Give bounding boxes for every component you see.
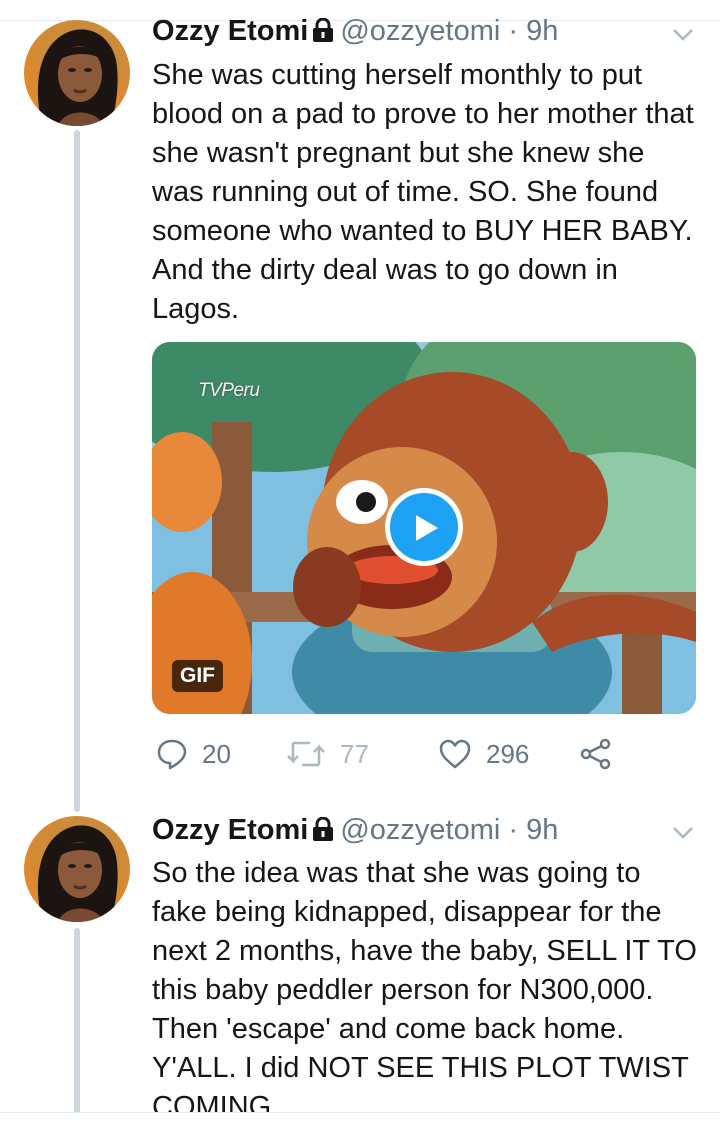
watermark: TVPeru <box>198 380 260 401</box>
play-button[interactable] <box>385 488 463 566</box>
share-icon <box>580 738 611 770</box>
separator-dot: · <box>508 15 519 47</box>
chevron-down-icon[interactable] <box>672 28 694 42</box>
tweet[interactable]: Ozzy Etomi @ozzyetomi · 9h She was cuttin… <box>0 0 720 812</box>
tweet-header: Ozzy Etomi @ozzyetomi · 9h <box>152 813 558 849</box>
gif-media[interactable]: TVPeru GIF <box>152 342 696 714</box>
chevron-down-icon[interactable] <box>672 826 694 840</box>
avatar[interactable] <box>24 20 130 126</box>
reply-button[interactable]: 20 <box>156 732 231 776</box>
like-button[interactable]: 296 <box>438 732 529 776</box>
lock-icon <box>312 815 334 849</box>
timestamp[interactable]: 9h <box>526 15 558 47</box>
thread-line <box>74 928 80 1112</box>
like-count: 296 <box>486 738 530 769</box>
lock-icon <box>312 16 334 50</box>
retweet-icon <box>287 741 325 767</box>
retweet-button[interactable]: 77 <box>286 732 369 776</box>
tweet-actions: 20 77 296 <box>152 732 700 776</box>
gif-badge: GIF <box>172 660 223 692</box>
author-name[interactable]: Ozzy Etomi <box>152 814 308 846</box>
tweet[interactable]: Ozzy Etomi @ozzyetomi · 9h So the idea wa… <box>0 800 720 1112</box>
reply-icon <box>157 739 187 770</box>
tweet-text: So the idea was that she was going to fa… <box>152 857 697 1112</box>
retweet-count: 77 <box>340 738 369 769</box>
author-handle[interactable]: @ozzyetomi <box>340 15 500 47</box>
reply-count: 20 <box>202 738 231 769</box>
author-name[interactable]: Ozzy Etomi <box>152 15 308 47</box>
separator-dot: · <box>508 814 519 846</box>
thread-line <box>74 130 80 812</box>
author-handle[interactable]: @ozzyetomi <box>340 814 500 846</box>
tweet-header: Ozzy Etomi @ozzyetomi · 9h <box>152 14 558 50</box>
share-button[interactable] <box>580 732 626 776</box>
play-icon <box>416 515 438 541</box>
tweet-text: She was cutting herself monthly to put b… <box>152 59 694 325</box>
avatar[interactable] <box>24 816 130 922</box>
heart-icon <box>439 739 471 769</box>
bottom-divider <box>0 1112 720 1113</box>
timestamp[interactable]: 9h <box>526 814 558 846</box>
